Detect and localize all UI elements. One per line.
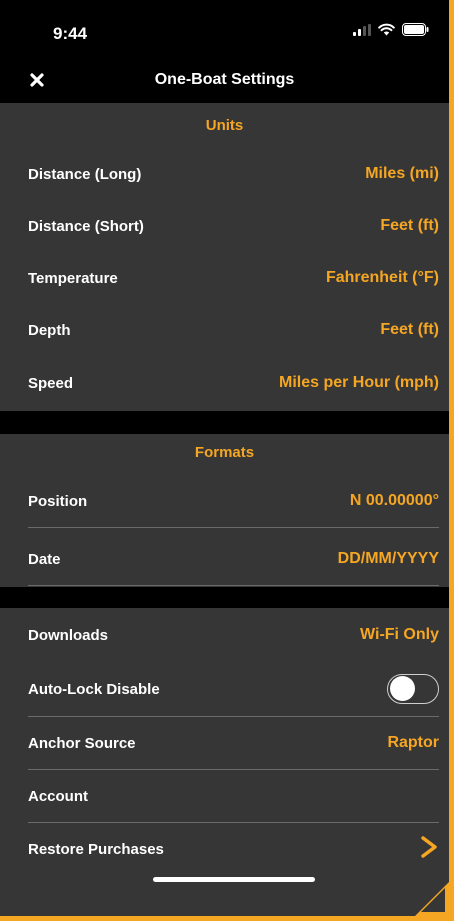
- row-label: Anchor Source: [28, 734, 136, 752]
- home-indicator[interactable]: [153, 877, 315, 882]
- temperature-row[interactable]: Temperature Fahrenheit (°F): [28, 252, 439, 304]
- toggle-knob: [390, 676, 415, 701]
- battery-icon: [402, 23, 429, 41]
- row-label: Account: [28, 787, 88, 805]
- account-row[interactable]: Account: [28, 770, 439, 822]
- row-label: Position: [28, 492, 88, 510]
- row-value: Feet (ft): [380, 217, 439, 234]
- anchor-source-row[interactable]: Anchor Source Raptor: [28, 717, 439, 769]
- signal-icon: [353, 23, 371, 41]
- depth-row[interactable]: Depth Feet (ft): [28, 304, 439, 356]
- row-value: Fahrenheit (°F): [325, 269, 439, 286]
- row-value: Miles (mi): [365, 165, 439, 182]
- row-label: Downloads: [28, 626, 109, 644]
- formats-section-header: Formats: [194, 444, 255, 461]
- settings-screen: 9:44 One-Boat Settings Units Distance (L…: [0, 0, 449, 916]
- wifi-icon: [378, 23, 395, 41]
- auto-lock-row: Auto-Lock Disable: [28, 663, 439, 715]
- status-bar: 9:44: [0, 0, 449, 60]
- units-section-header: Units: [205, 117, 244, 134]
- date-row[interactable]: Date DD/MM/YYYY: [28, 533, 439, 585]
- navigation-bar: One-Boat Settings: [0, 60, 449, 103]
- auto-lock-toggle[interactable]: [387, 674, 439, 704]
- status-icons: [353, 23, 429, 41]
- row-value: Wi-Fi Only: [360, 626, 439, 643]
- row-label: Depth: [28, 321, 71, 339]
- position-row[interactable]: Position N 00.00000°: [28, 475, 439, 527]
- row-value: Feet (ft): [380, 321, 439, 338]
- corner-fill: [421, 888, 445, 912]
- row-label: Auto-Lock Disable: [28, 680, 160, 698]
- distance-long-row[interactable]: Distance (Long) Miles (mi): [28, 148, 439, 200]
- row-label: Temperature: [28, 269, 118, 287]
- chevron-right-icon[interactable]: [419, 836, 439, 862]
- row-value: Raptor: [387, 734, 439, 751]
- distance-short-row[interactable]: Distance (Short) Feet (ft): [28, 200, 439, 252]
- status-time: 9:44: [53, 24, 88, 43]
- restore-purchases-row[interactable]: Restore Purchases: [28, 823, 439, 875]
- divider: [28, 585, 439, 586]
- section-separator: [0, 587, 449, 608]
- row-value: DD/MM/YYYY: [337, 550, 439, 567]
- row-label: Date: [28, 550, 61, 568]
- downloads-row[interactable]: Downloads Wi-Fi Only: [28, 609, 439, 661]
- row-label: Distance (Long): [28, 165, 142, 183]
- row-label: Speed: [28, 374, 74, 392]
- divider: [28, 527, 439, 528]
- row-label: Restore Purchases: [28, 840, 164, 858]
- row-value: Miles per Hour (mph): [278, 374, 439, 391]
- row-label: Distance (Short): [28, 217, 144, 235]
- page-title: One-Boat Settings: [154, 71, 295, 88]
- speed-row[interactable]: Speed Miles per Hour (mph): [28, 357, 439, 409]
- row-value: N 00.00000°: [349, 492, 439, 509]
- section-separator: [0, 411, 449, 434]
